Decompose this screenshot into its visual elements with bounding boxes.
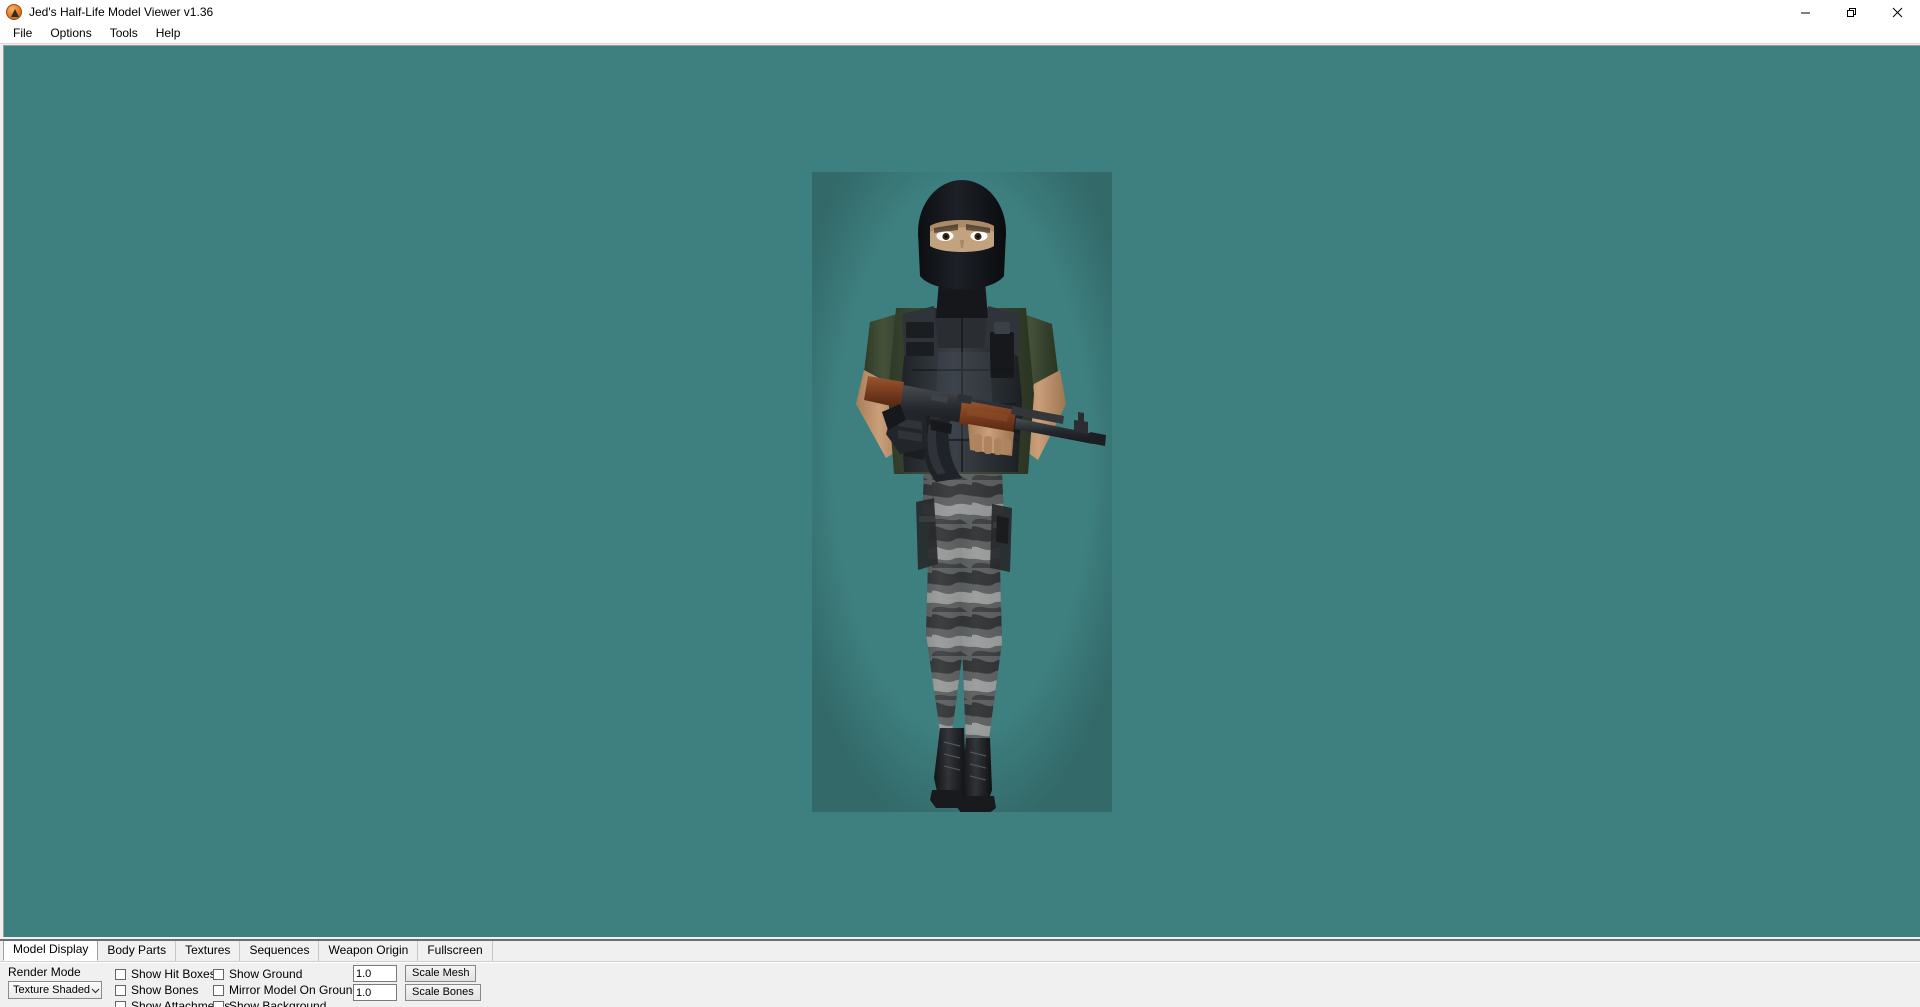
checkbox-label: Show Hit Boxes [131,967,216,981]
checkbox-box [115,968,126,980]
checkbox-label: Show Background [229,999,327,1007]
checkbox-mirror-model-on-ground[interactable]: Mirror Model On Ground [213,982,359,998]
checkbox-box [115,1000,126,1007]
app-model-viewer-icon [6,4,22,20]
checkbox-label: Mirror Model On Ground [229,983,360,997]
checkbox-show-ground[interactable]: Show Ground [213,966,359,982]
restore-icon[interactable] [1828,0,1874,24]
scale-mesh-button[interactable]: Scale Mesh [405,965,477,982]
scale-bones-input[interactable] [353,984,397,1001]
scale-mesh-row: Scale Mesh [353,965,481,982]
model-viewport[interactable] [3,45,1920,937]
window-title: Jed's Half-Life Model Viewer v1.36 [29,5,214,19]
viewport-container [0,43,1920,939]
checkbox-box [213,1000,224,1007]
menu-item-file[interactable]: File [4,24,41,43]
tab-textures[interactable]: Textures [175,941,241,961]
tab-body-parts[interactable]: Body Parts [97,941,177,961]
tab-fullscreen[interactable]: Fullscreen [417,941,493,961]
render-mode-group: Render Mode Texture Shaded [8,965,102,999]
chevron-down-icon [90,982,101,998]
model-display-panel: Render Mode Texture Shaded Opacity: 100%… [0,962,1920,1007]
render-mode-select[interactable]: Texture Shaded [8,981,102,999]
render-mode-value: Texture Shaded [13,984,91,996]
checkbox-label: Show Bones [131,983,199,997]
menu-item-help[interactable]: Help [147,24,190,43]
scale-bones-row: Scale Bones [353,984,481,1001]
display-options-column-2: Show Ground Mirror Model On Ground Show … [213,966,359,1007]
checkbox-box [213,968,224,980]
menu-item-tools[interactable]: Tools [101,24,147,43]
menu-item-options[interactable]: Options [41,24,100,43]
render-mode-label: Render Mode [8,965,81,979]
tab-model-display[interactable]: Model Display [3,941,99,961]
application-window: Jed's Half-Life Model Viewer v1.36 File … [0,0,1920,1007]
checkbox-box [213,984,224,996]
character-model [812,171,1112,812]
window-controls [1782,0,1920,24]
checkbox-label: Show Ground [229,967,303,981]
menu-bar: File Options Tools Help [0,24,1920,43]
checkbox-box [115,984,126,996]
tab-strip: Model Display Body Parts Textures Sequen… [0,941,1920,962]
scale-group: Scale Mesh Scale Bones [353,965,481,1003]
bottom-panel: Model Display Body Parts Textures Sequen… [0,939,1920,1007]
title-bar: Jed's Half-Life Model Viewer v1.36 [0,0,1920,24]
scale-bones-button[interactable]: Scale Bones [405,984,481,1001]
tab-sequences[interactable]: Sequences [239,941,320,961]
checkbox-show-background[interactable]: Show Background [213,998,359,1007]
close-icon[interactable] [1874,0,1920,24]
minimize-icon[interactable] [1782,0,1828,24]
tab-weapon-origin[interactable]: Weapon Origin [318,941,419,961]
scale-mesh-input[interactable] [353,965,397,982]
